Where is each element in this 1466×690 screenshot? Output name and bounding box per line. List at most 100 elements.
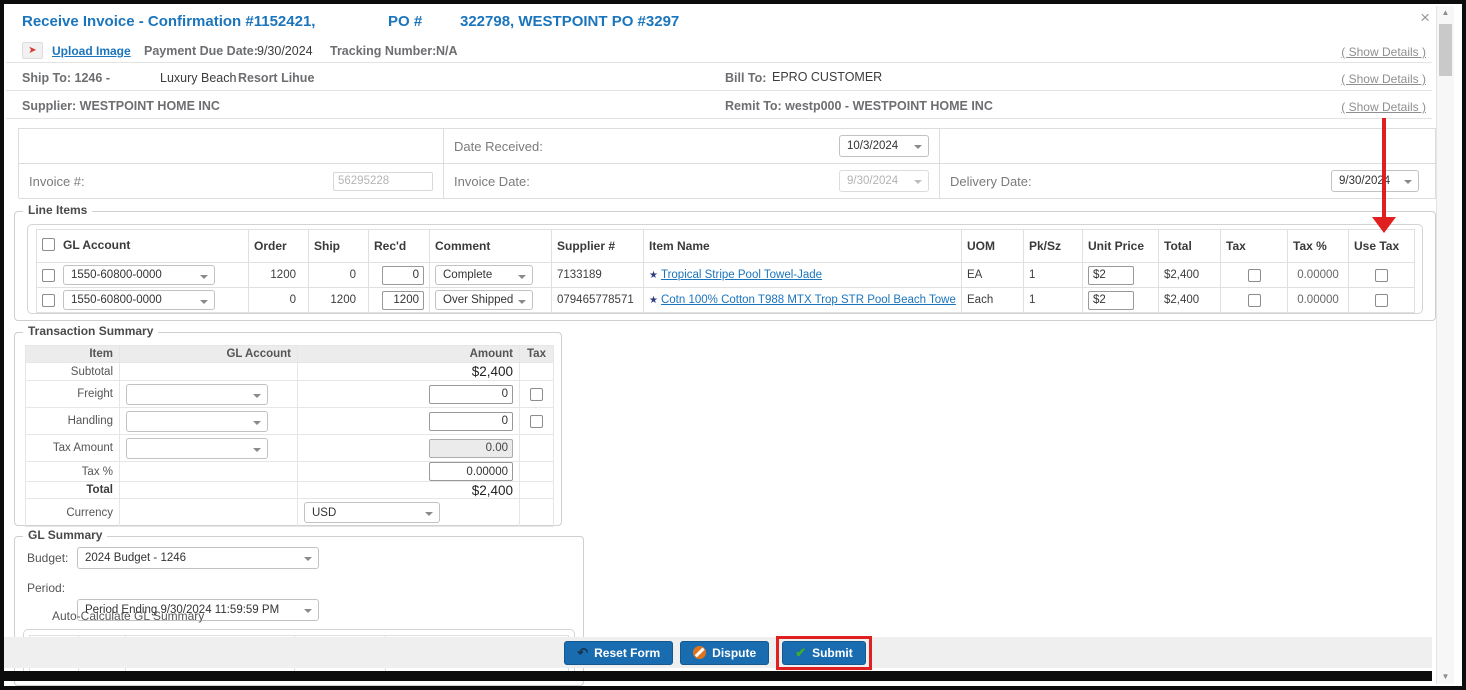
col-recd: Rec'd [369, 230, 430, 263]
upload-image-icon[interactable]: ➤ [22, 42, 43, 59]
transaction-summary-section: Transaction Summary Item GL Account Amou… [14, 332, 562, 526]
row-checkbox[interactable] [42, 269, 55, 282]
line-total: $2,400 [1159, 263, 1221, 288]
remit-to-label: Remit To: westp000 - WESTPOINT HOME INC [725, 99, 993, 113]
auto-calc-label: Auto-Calculate GL Summary [52, 609, 204, 623]
freight-amount-input[interactable] [429, 385, 513, 404]
unit-price-input[interactable] [1088, 291, 1134, 310]
dispute-icon [693, 646, 706, 659]
freight-gl-dropdown[interactable] [126, 384, 268, 405]
handling-amount-input[interactable] [429, 412, 513, 431]
currency-label: Currency [26, 499, 120, 527]
tax-pct-input[interactable] [429, 462, 513, 481]
use-tax-checkbox[interactable] [1375, 294, 1388, 307]
invoice-date-dropdown[interactable]: 9/30/2024 [839, 170, 929, 192]
gl-account-dropdown[interactable]: 1550-60800-0000 [63, 290, 215, 310]
transaction-summary-legend: Transaction Summary [23, 324, 158, 338]
payment-due-value: 9/30/2024 [257, 44, 313, 58]
reset-form-button[interactable]: ↶ Reset Form [564, 641, 673, 665]
tax-amount-input[interactable] [429, 439, 513, 458]
scrollbar-thumb[interactable] [1439, 24, 1452, 76]
line-item-row: 1550-60800-0000 0 1200 Over Shipped 0794… [37, 288, 1415, 313]
gl-account-dropdown[interactable]: 1550-60800-0000 [63, 265, 215, 285]
submit-button[interactable]: ✔ Submit [782, 641, 866, 665]
item-name-link[interactable]: Cotn 100% Cotton T988 MTX Trop STR Pool … [661, 294, 956, 306]
recd-qty-input[interactable] [382, 266, 424, 285]
line-items-section: Line Items GL Account Order Ship Rec'd C… [14, 211, 1436, 321]
po-value: 322798, WESTPOINT PO #3297 [460, 13, 679, 30]
bottom-border-bar [4, 671, 1432, 681]
transaction-summary-table: Item GL Account Amount Tax Subtotal $2,4… [25, 345, 554, 527]
vertical-scrollbar[interactable]: ▲ ▼ [1436, 6, 1454, 684]
freight-tax-checkbox[interactable] [530, 388, 543, 401]
ship-to-name2: Resort Lihue [238, 71, 314, 85]
col-supplier-num: Supplier # [552, 230, 644, 263]
divider [6, 62, 1432, 63]
pksz: 1 [1024, 288, 1083, 313]
comment-dropdown[interactable]: Complete [435, 265, 533, 285]
date-received-label: Date Received: [454, 139, 543, 154]
uom: EA [962, 263, 1024, 288]
select-all-checkbox[interactable] [42, 238, 55, 251]
undo-icon: ↶ [577, 645, 588, 661]
total-value: $2,400 [298, 482, 520, 499]
ts-col-gl: GL Account [120, 346, 298, 363]
star-icon: ★ [649, 270, 658, 281]
subtotal-value: $2,400 [298, 363, 520, 381]
col-tax: Tax [1221, 230, 1288, 263]
item-name-link[interactable]: Tropical Stripe Pool Towel-Jade [661, 269, 822, 281]
bill-to-label: Bill To: [725, 71, 766, 85]
col-tax-pct: Tax % [1288, 230, 1349, 263]
line-items-legend: Line Items [23, 203, 92, 217]
col-gl-account: GL Account [63, 238, 130, 252]
unit-price-input[interactable] [1088, 266, 1134, 285]
scroll-down-icon[interactable]: ▼ [1437, 670, 1454, 684]
delivery-date-dropdown[interactable]: 9/30/2024 [1331, 170, 1419, 192]
receive-invoice-window: Receive Invoice - Confirmation #1152421,… [0, 0, 1466, 690]
annotation-arrow-line [1382, 118, 1386, 218]
ts-col-item: Item [26, 346, 120, 363]
col-ship: Ship [309, 230, 369, 263]
date-received-dropdown[interactable]: 10/3/2024 [839, 135, 929, 157]
invoice-number-label: Invoice #: [29, 174, 85, 189]
show-details-link-3[interactable]: ( Show Details ) [1341, 100, 1426, 114]
budget-label: Budget: [27, 551, 68, 565]
invoice-number-input[interactable] [333, 172, 433, 191]
close-icon[interactable]: × [1420, 8, 1430, 28]
divider [6, 118, 1432, 119]
invoice-header-fields: Date Received: 10/3/2024 Invoice #: Invo… [18, 128, 1436, 198]
ts-col-amount: Amount [298, 346, 520, 363]
currency-dropdown[interactable]: USD [304, 502, 440, 523]
payment-due-label: Payment Due Date: [144, 44, 258, 58]
row-checkbox[interactable] [42, 294, 55, 307]
ts-tax-pct-label: Tax % [26, 462, 120, 482]
handling-label: Handling [26, 408, 120, 435]
line-items-table: GL Account Order Ship Rec'd Comment Supp… [36, 229, 1415, 313]
tax-pct: 0.00000 [1288, 263, 1349, 288]
ship-qty: 0 [309, 263, 369, 288]
annotation-arrow-head [1372, 217, 1396, 233]
budget-dropdown[interactable]: 2024 Budget - 1246 [77, 547, 319, 569]
scroll-up-icon[interactable]: ▲ [1437, 6, 1454, 20]
star-icon: ★ [649, 295, 658, 306]
tracking-number-value: N/A [436, 44, 458, 58]
col-item-name: Item Name [644, 230, 962, 263]
show-details-link-2[interactable]: ( Show Details ) [1341, 72, 1426, 86]
use-tax-checkbox[interactable] [1375, 269, 1388, 282]
upload-image-link[interactable]: Upload Image [52, 44, 131, 58]
comment-dropdown[interactable]: Over Shipped [435, 290, 533, 310]
tax-checkbox[interactable] [1248, 269, 1261, 282]
po-label: PO # [388, 13, 422, 30]
show-details-link-1[interactable]: ( Show Details ) [1341, 45, 1426, 59]
recd-qty-input[interactable] [382, 291, 424, 310]
tax-pct: 0.00000 [1288, 288, 1349, 313]
handling-tax-checkbox[interactable] [530, 415, 543, 428]
tax-checkbox[interactable] [1248, 294, 1261, 307]
col-order: Order [249, 230, 309, 263]
tax-gl-dropdown[interactable] [126, 438, 268, 459]
dispute-button[interactable]: Dispute [680, 641, 769, 665]
subtotal-label: Subtotal [26, 363, 120, 381]
col-total: Total [1159, 230, 1221, 263]
bill-to-value: EPRO CUSTOMER [772, 70, 882, 84]
handling-gl-dropdown[interactable] [126, 411, 268, 432]
